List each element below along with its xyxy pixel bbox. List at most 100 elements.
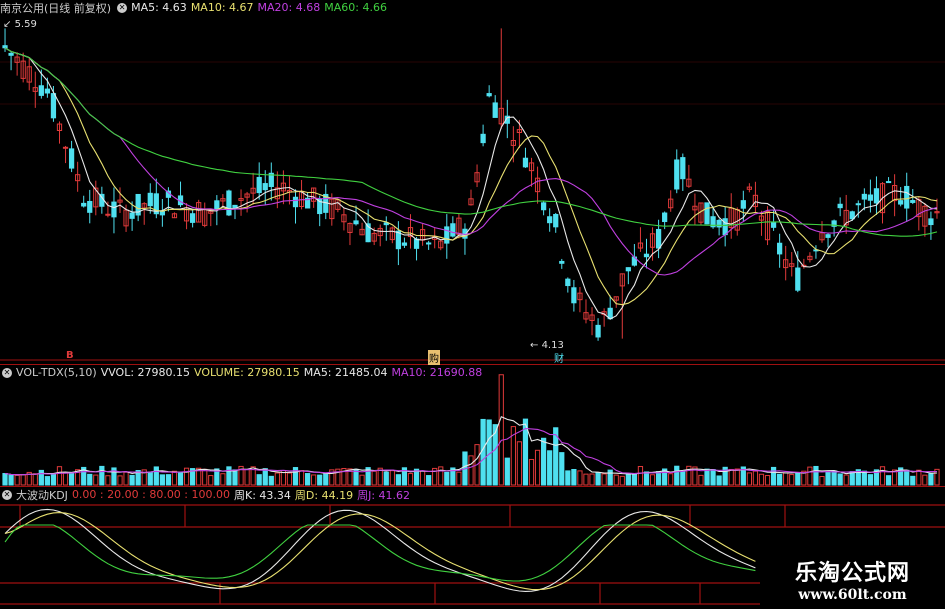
volume-bar	[758, 473, 765, 486]
candle-body	[559, 260, 565, 264]
volume-bar	[716, 475, 722, 486]
volume-bar	[20, 474, 26, 486]
volume-bar	[885, 475, 892, 486]
candle-body	[740, 200, 746, 209]
volume-bar	[752, 470, 759, 486]
volume-bar	[528, 458, 535, 486]
volume-bar	[226, 466, 232, 486]
volume-bar	[202, 468, 208, 486]
volume-bar	[807, 466, 813, 486]
volume-bar	[256, 474, 262, 486]
signal-marker: B	[66, 350, 74, 361]
volume-bar	[426, 475, 432, 486]
candle-body	[825, 234, 831, 238]
volume-bar	[559, 452, 565, 486]
volume-bar	[831, 470, 837, 486]
candle-body	[444, 226, 450, 244]
volume-bar	[438, 466, 444, 486]
candle-body	[553, 213, 559, 228]
candle-body	[353, 220, 359, 225]
volume-bar	[220, 473, 226, 486]
candle-body	[105, 213, 111, 216]
candle-body	[655, 228, 662, 249]
candle-body	[861, 193, 867, 200]
volume-bar	[286, 472, 293, 486]
candle-body	[401, 242, 408, 246]
volume-bar	[680, 471, 686, 486]
volume-bar	[504, 457, 510, 486]
volume-bar	[44, 476, 51, 486]
volume-bar	[516, 441, 523, 486]
volume-bar	[268, 475, 274, 486]
candle-body	[256, 176, 262, 194]
signal-marker: 财	[554, 354, 564, 365]
candle-body	[50, 93, 57, 119]
kline-chart[interactable]	[0, 0, 945, 609]
volume-bar	[93, 474, 99, 486]
candle-body	[413, 238, 420, 249]
kdj-j-line	[4, 524, 756, 582]
volume-bar	[589, 473, 595, 486]
candle-body	[8, 52, 14, 56]
volume-bar	[655, 471, 662, 486]
candle-body	[541, 202, 547, 211]
volume-bar	[147, 471, 153, 486]
volume-bar	[32, 473, 38, 486]
candle-body	[565, 278, 571, 287]
volume-bar	[813, 465, 819, 486]
volume-bar	[922, 474, 928, 486]
volume-bar	[62, 472, 69, 486]
volume-bar	[819, 476, 825, 486]
watermark: 乐淘公式网 www.60lt.com	[760, 548, 945, 609]
volume-bar	[177, 471, 184, 486]
volume-bar	[668, 473, 674, 486]
volume-bar	[244, 468, 250, 486]
candle-body	[595, 324, 601, 338]
candle-body	[885, 181, 892, 184]
volume-bar	[728, 468, 734, 486]
candle-body	[522, 157, 529, 168]
volume-bar	[419, 470, 426, 486]
volume-bar	[50, 473, 57, 486]
signal-marker: 购	[428, 350, 440, 365]
volume-bar	[311, 474, 317, 486]
volume-bar	[825, 471, 831, 486]
volume-bar	[637, 466, 644, 486]
candle-body	[486, 93, 492, 97]
volume-bar	[547, 450, 553, 486]
candle-body	[662, 212, 668, 223]
volume-bar	[105, 475, 111, 486]
candle-body	[492, 102, 498, 118]
volume-bar	[183, 467, 190, 486]
candle-body	[111, 201, 117, 218]
volume-bar	[99, 465, 105, 486]
candle-body	[904, 185, 910, 209]
candle-body	[226, 190, 232, 216]
volume-bar	[910, 475, 916, 486]
volume-bar	[383, 471, 389, 486]
volume-bar	[916, 469, 922, 486]
volume-bar	[789, 474, 795, 486]
kdj-k-line	[4, 508, 756, 592]
volume-bar	[304, 473, 311, 486]
volume-bar	[129, 474, 135, 486]
candle-body	[837, 203, 843, 209]
volume-bar	[783, 472, 789, 486]
high-price-label: ↙ 5.59	[3, 19, 37, 30]
volume-bar	[262, 468, 268, 486]
candle-body	[680, 157, 686, 180]
vol-ma10-line	[4, 427, 938, 476]
candle-body	[770, 222, 777, 228]
candle-body	[147, 192, 153, 207]
candle-body	[625, 267, 631, 272]
volume-bar	[2, 473, 8, 486]
candle-body	[716, 219, 722, 228]
candle-body	[2, 45, 8, 49]
volume-bar	[565, 470, 571, 486]
volume-bar	[534, 449, 541, 486]
volume-bar	[643, 471, 650, 486]
volume-bar	[704, 468, 710, 486]
candle-body	[928, 218, 934, 226]
candle-body	[547, 216, 553, 224]
volume-bar	[613, 474, 619, 486]
